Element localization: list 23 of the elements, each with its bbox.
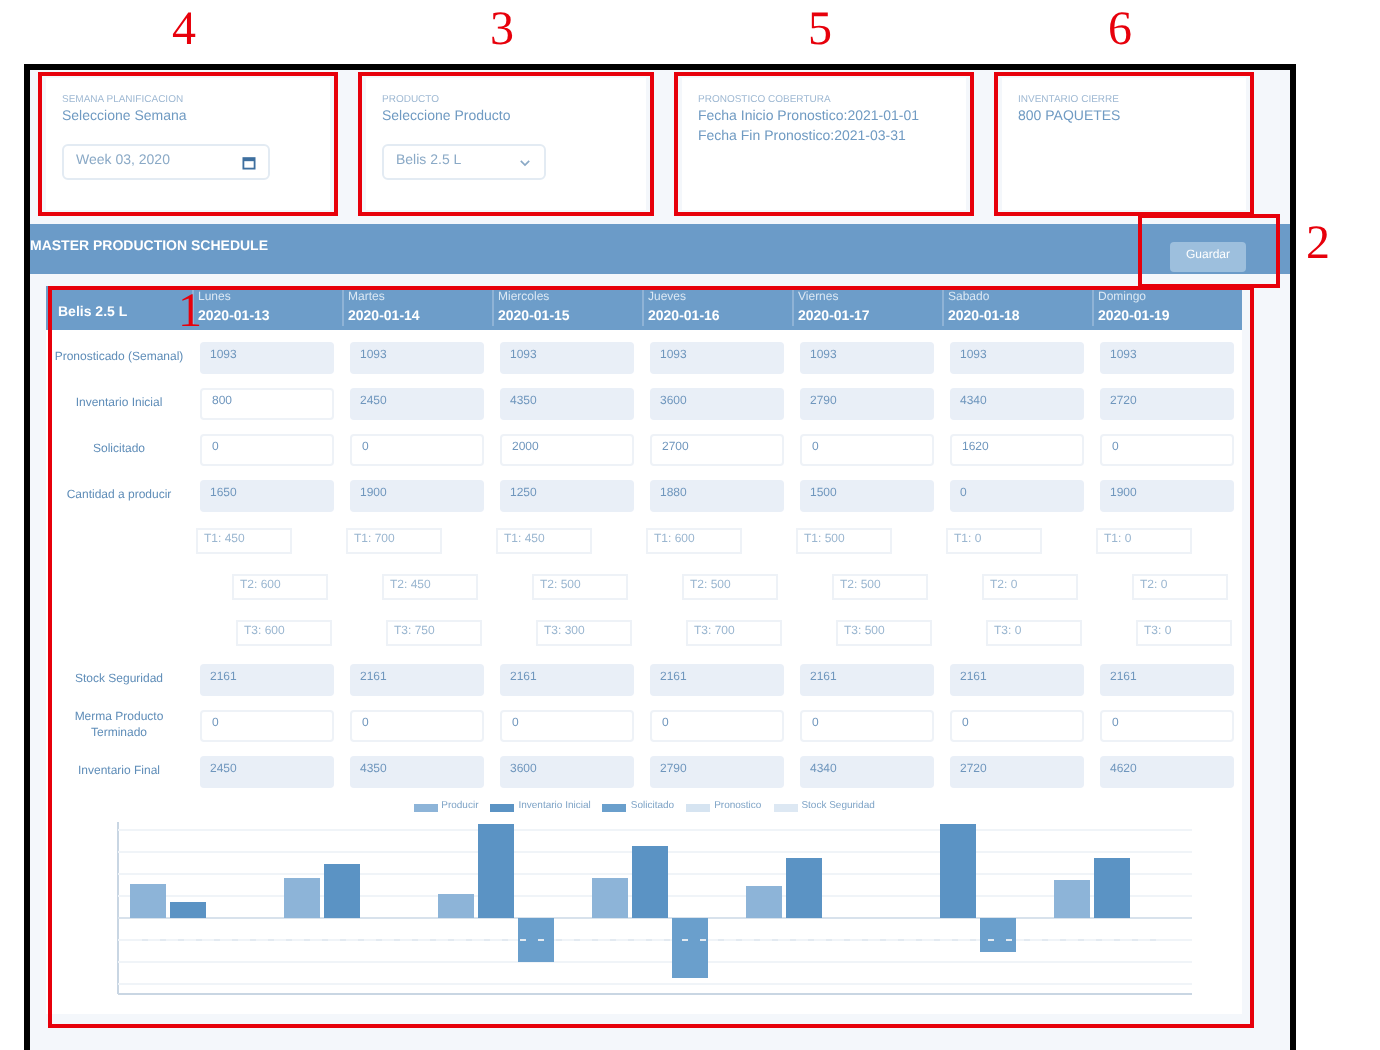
chart-bar	[478, 824, 514, 918]
chart-bar	[672, 918, 708, 978]
calendar-icon	[242, 155, 256, 169]
chart-bar	[746, 886, 782, 918]
annotation-number: 4	[172, 6, 196, 54]
chart-bar	[518, 918, 554, 962]
chevron-down-icon	[518, 155, 532, 169]
annotation-number: 5	[808, 6, 832, 54]
annotation-number: 2	[1306, 219, 1330, 267]
chart-bar	[632, 846, 668, 918]
chart-bar	[1094, 858, 1130, 918]
annotation-number: 3	[490, 6, 514, 54]
annotation-number: 6	[1108, 6, 1132, 54]
chart-bar	[1054, 880, 1090, 918]
chart-bar	[786, 858, 822, 918]
chart-bar	[940, 824, 976, 918]
chart-bar	[324, 864, 360, 918]
chart-bar	[980, 918, 1016, 952]
chart-bar	[438, 894, 474, 918]
chart-bar	[130, 884, 166, 918]
chart-bar	[284, 878, 320, 918]
chart-bar	[592, 878, 628, 918]
chart-bar	[170, 902, 206, 918]
